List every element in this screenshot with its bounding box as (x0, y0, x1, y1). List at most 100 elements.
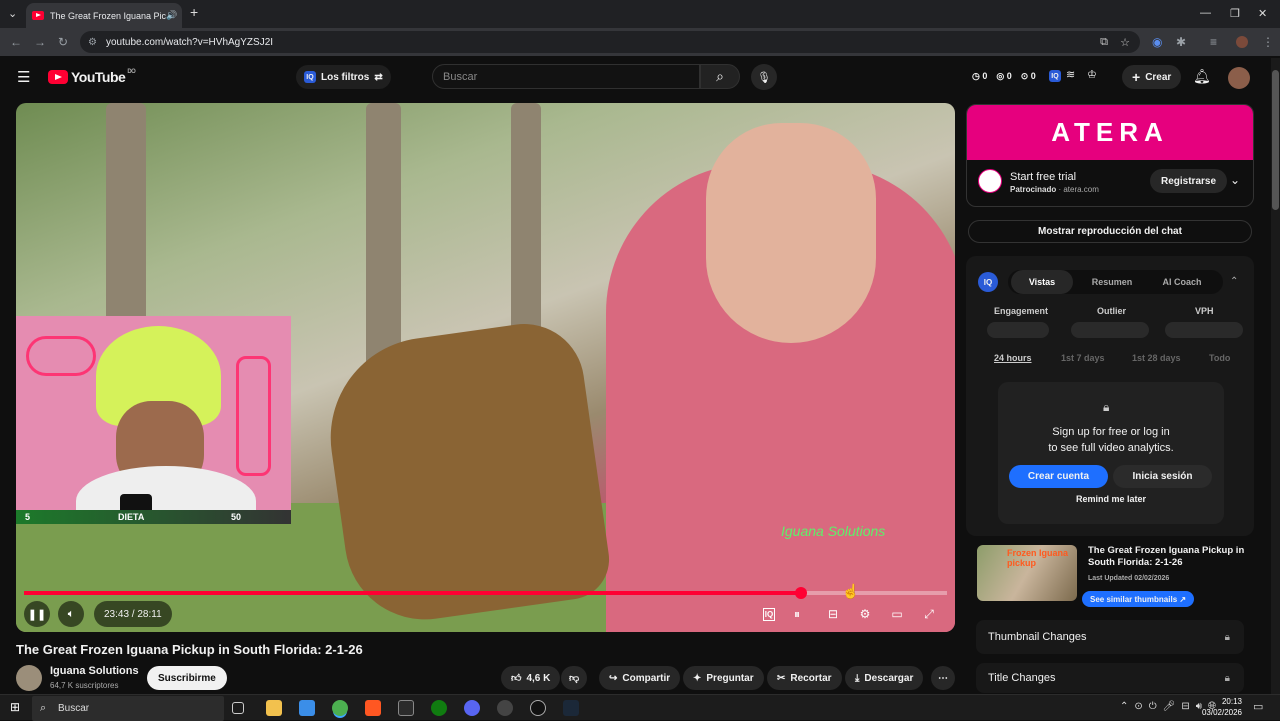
share-button[interactable]: ↪ Compartir (599, 666, 681, 690)
audio-icon[interactable]: 🔊 (166, 10, 177, 21)
forward-icon[interactable]: → (34, 35, 46, 49)
windows-taskbar: ⊞ ⌕ Buscar ⌃⊙⏻🎤︎⊟🔊︎🌐︎ 20:13 03/02/2026 ▭ (0, 694, 1280, 721)
subtitles-button[interactable]: ⊟ (822, 603, 844, 625)
brave-icon[interactable] (365, 700, 381, 716)
clock[interactable]: 20:13 03/02/2026 (1200, 696, 1242, 718)
app-icon[interactable] (530, 700, 546, 716)
vidiq-header-icon[interactable]: IQ (1049, 70, 1061, 82)
signup-lock-card: 🔒︎ Sign up for free or log in to see ful… (998, 382, 1224, 524)
scrollbar-thumb[interactable] (1272, 70, 1279, 210)
create-button[interactable]: + Crear (1122, 65, 1182, 89)
filters-button[interactable]: IQ Los filtros ⇄ (296, 65, 391, 89)
period-24h[interactable]: 24 hours (994, 353, 1032, 363)
login-button[interactable]: Inicia sesión (1113, 465, 1212, 488)
fullscreen-button[interactable]: ⤢ (918, 603, 940, 625)
account-avatar[interactable] (1228, 67, 1250, 89)
search-input[interactable]: Buscar (432, 64, 700, 89)
store-icon[interactable] (299, 700, 315, 716)
channel-name[interactable]: Iguana Solutions (50, 665, 139, 677)
clock-time: 20:13 (1221, 697, 1242, 706)
chevron-up-icon[interactable]: ⌃ (1230, 276, 1238, 287)
create-account-button[interactable]: Crear cuenta (1009, 465, 1108, 488)
period-7d[interactable]: 1st 7 days (1061, 353, 1105, 363)
site-info-icon[interactable]: ⚙ (88, 37, 97, 48)
address-bar[interactable]: ⚙ youtube.com/watch?v=HVhAgYZSJ2I ⧉ ☆ (80, 31, 1140, 53)
dislike-button[interactable]: 👎︎ (561, 666, 588, 690)
video-thumbnail[interactable]: Frozen Iguana pickup (977, 545, 1077, 601)
task-view-icon[interactable] (232, 702, 244, 714)
notifications-bell-icon[interactable]: 🔔︎ (1193, 68, 1211, 85)
channel-avatar[interactable] (16, 665, 42, 691)
thumbnail-changes-row[interactable]: Thumbnail Changes 🔒︎ (976, 620, 1244, 654)
video-player[interactable]: Iguana Solutions 5 DIETA 50 ☝ ❚❚ 🔈︎ 23:4… (16, 103, 955, 632)
like-button[interactable]: 👍︎ 4,6 K (501, 666, 561, 690)
profile-avatar[interactable] (1236, 36, 1248, 48)
media-icon[interactable]: ≡ (1210, 35, 1217, 49)
volume-button[interactable]: 🔈︎ (58, 601, 84, 627)
subscribe-button[interactable]: Suscribirme (147, 666, 227, 690)
create-label: Crear (1145, 71, 1172, 83)
chevron-down-icon[interactable]: ⌄ (1230, 173, 1240, 187)
tab-ai-coach[interactable]: AI Coach (1152, 270, 1212, 294)
show-chat-replay-button[interactable]: Mostrar reproducción del chat (968, 220, 1252, 243)
title-changes-row[interactable]: Title Changes 🔒︎ (976, 663, 1244, 693)
sponsored-ad-card[interactable]: ATERA Start free trial Patrocinado · ate… (966, 104, 1254, 207)
youtube-favicon-icon (32, 11, 44, 20)
chrome-icon[interactable] (332, 700, 348, 716)
similar-label: See similar thumbnails (1090, 594, 1178, 604)
tab-resumen[interactable]: Resumen (1082, 270, 1142, 294)
subtitles-icon: ⊟ (827, 607, 839, 621)
extension-badge-icon[interactable]: ◉ (1152, 35, 1162, 49)
ad-register-button[interactable]: Registrarse (1150, 169, 1228, 193)
metric-engagement: Engagement (994, 306, 1049, 316)
windows-start-icon[interactable]: ⊞ (10, 700, 20, 714)
browser-tab[interactable]: The Great Frozen Iguana Pic 🔊 ✕ (26, 3, 182, 28)
voice-search-button[interactable]: 🎙 (751, 64, 777, 90)
cast-icon[interactable]: ⧉ (1100, 36, 1108, 49)
clip-button[interactable]: ✂ Recortar (767, 666, 842, 690)
new-tab-icon[interactable]: + (190, 4, 198, 20)
tab-vistas[interactable]: Vistas (1011, 270, 1073, 294)
theater-mode-button[interactable]: ▭ (886, 603, 908, 625)
xbox-icon[interactable] (431, 700, 447, 716)
browser-menu-icon[interactable]: ⋮ (1262, 35, 1274, 49)
app-icon[interactable] (398, 700, 414, 716)
vidiq-player-button[interactable]: IQ (758, 603, 780, 625)
more-actions-button[interactable]: ⋯ (931, 666, 955, 690)
file-explorer-icon[interactable] (266, 700, 282, 716)
download-button[interactable]: ⤓ Descargar (845, 666, 924, 690)
period-all[interactable]: Todo (1209, 353, 1230, 363)
sliders-icon: ⇄ (374, 71, 383, 83)
restore-icon[interactable]: ❐ (1230, 7, 1240, 20)
discord-icon[interactable] (464, 700, 480, 716)
back-icon[interactable]: ← (10, 35, 22, 49)
extensions-icon[interactable]: ✱ (1176, 35, 1186, 49)
analytics-icon[interactable]: ≋ (1066, 68, 1075, 81)
hamburger-menu-icon[interactable]: ☰ (17, 68, 30, 86)
trophy-icon[interactable]: ♔ (1087, 68, 1097, 81)
notification-center-icon[interactable]: ▭ (1253, 700, 1263, 713)
progress-scrubber[interactable] (795, 587, 807, 599)
period-28d[interactable]: 1st 28 days (1132, 353, 1181, 363)
chapter-right-value: 50 (231, 512, 242, 522)
taskbar-search[interactable]: ⌕ Buscar (32, 696, 224, 721)
reload-icon[interactable]: ↻ (58, 35, 68, 49)
ask-button[interactable]: ✦ Preguntar (683, 666, 764, 690)
similar-thumbnails-button[interactable]: See similar thumbnails ↗ (1082, 591, 1195, 607)
steam-icon[interactable] (563, 700, 579, 716)
settings-button[interactable]: ⚙ (854, 603, 876, 625)
tab-list-icon[interactable]: ⌄ (8, 7, 17, 20)
close-window-icon[interactable]: ✕ (1258, 7, 1267, 20)
page-scrollbar[interactable] (1271, 58, 1280, 694)
search-button[interactable]: ⌕ (700, 64, 740, 89)
bookmark-star-icon[interactable]: ☆ (1120, 36, 1130, 49)
remind-later-link[interactable]: Remind me later (998, 494, 1224, 504)
obs-icon[interactable] (497, 700, 513, 716)
minimize-icon[interactable]: — (1200, 7, 1211, 19)
ask-label: Preguntar (706, 672, 754, 684)
pause-button[interactable]: ❚❚ (24, 601, 50, 627)
youtube-logo[interactable]: YouTube DO (48, 69, 136, 85)
autoplay-toggle[interactable]: ⏸︎ (786, 603, 808, 625)
woman-face (706, 123, 876, 343)
rec-video-title[interactable]: The Great Frozen Iguana Pickup in South … (1088, 545, 1248, 569)
